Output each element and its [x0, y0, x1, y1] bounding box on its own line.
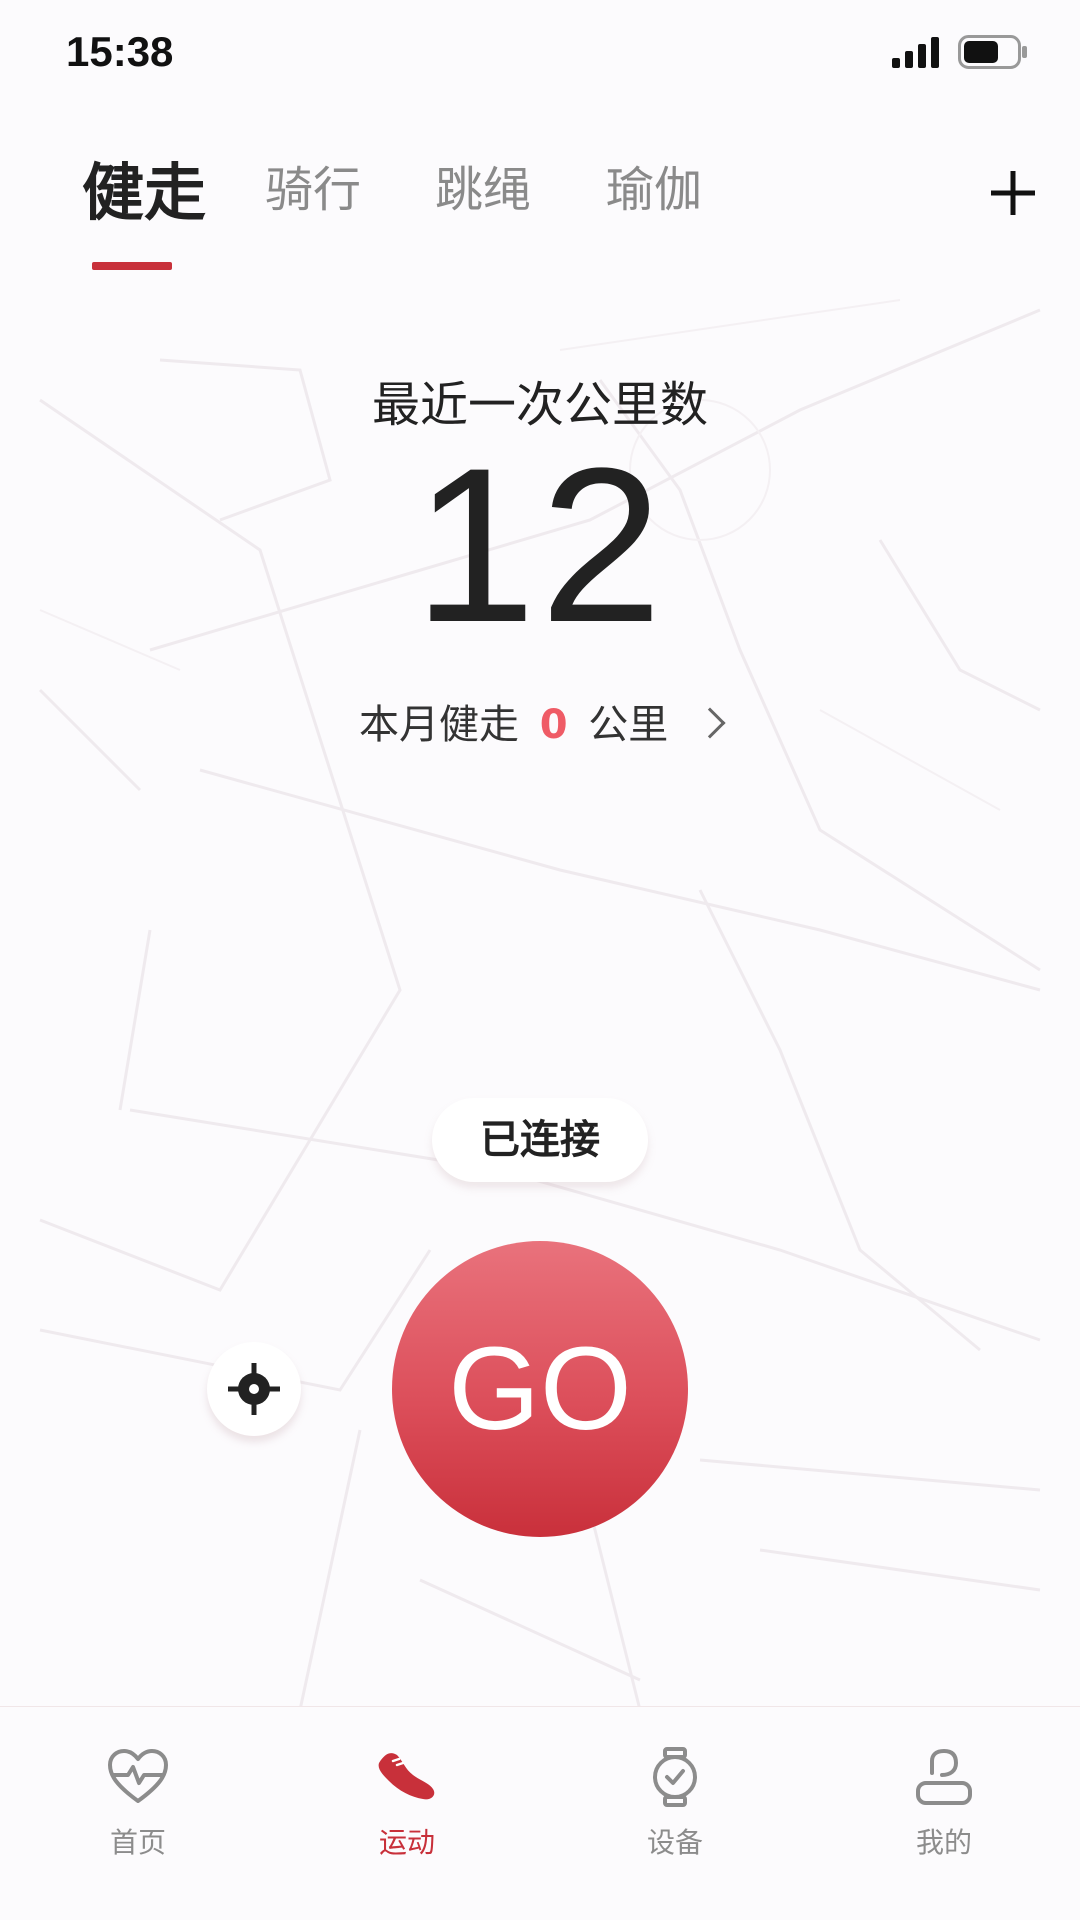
- month-prefix: 本月健走: [359, 702, 519, 748]
- battery-icon: [958, 35, 1027, 69]
- nav-item-device[interactable]: 设备: [595, 1747, 755, 1861]
- connection-status-badge: 已连接: [432, 1098, 648, 1182]
- nav-item-home[interactable]: 首页: [58, 1747, 218, 1861]
- status-time: 15:38: [66, 28, 174, 75]
- person-icon: [916, 1748, 972, 1805]
- go-button[interactable]: GO: [392, 1241, 688, 1537]
- nav-item-sport[interactable]: 运动: [327, 1747, 487, 1861]
- plus-icon[interactable]: [985, 165, 1041, 221]
- nav-label-profile: 我的: [915, 1826, 972, 1859]
- sport-tabs: 健走 骑行 跳绳 瑜伽: [0, 150, 1080, 280]
- status-bar: 15:38: [0, 0, 1080, 105]
- tab-yoga[interactable]: 瑜伽: [606, 150, 702, 220]
- last-distance-summary: 最近一次公里数 12: [0, 365, 1080, 668]
- month-unit: 公里: [588, 702, 669, 748]
- monthly-distance-link[interactable]: 本月健走 0 公里: [0, 692, 1080, 750]
- nav-label-sport: 运动: [378, 1826, 435, 1859]
- tab-jump-rope[interactable]: 跳绳: [435, 150, 531, 220]
- nav-label-home: 首页: [109, 1826, 166, 1859]
- last-distance-value: 12: [413, 422, 667, 668]
- tab-walking[interactable]: 健走: [82, 142, 206, 232]
- bottom-navigation: 首页 运动 设备 我的: [0, 1706, 1080, 1920]
- nav-label-device: 设备: [646, 1826, 703, 1859]
- tab-cycling[interactable]: 骑行: [265, 150, 361, 220]
- shoe-icon: [378, 1753, 435, 1800]
- chevron-right-icon: [694, 707, 726, 739]
- locate-button[interactable]: [207, 1342, 301, 1436]
- active-tab-indicator: [92, 262, 172, 270]
- nav-item-profile[interactable]: 我的: [864, 1747, 1024, 1861]
- month-distance-value: 0: [539, 702, 568, 748]
- heart-pulse-icon: [108, 1749, 168, 1803]
- watch-icon: [653, 1747, 697, 1807]
- signal-icon: [892, 37, 939, 68]
- crosshair-icon: [228, 1363, 280, 1415]
